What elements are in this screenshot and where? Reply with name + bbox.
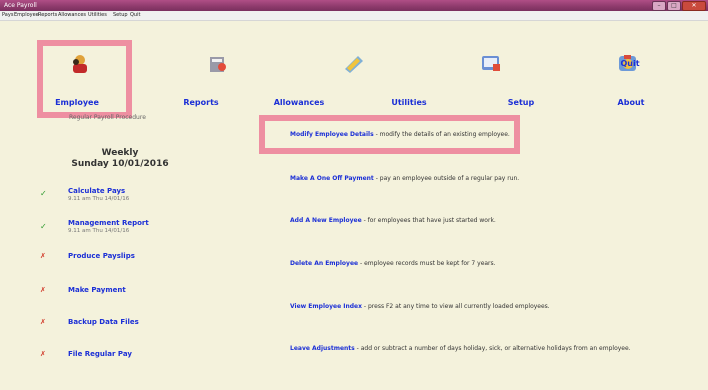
task-title: Delete An Employee [290, 260, 359, 267]
menu-employee[interactable]: Employee [14, 11, 39, 20]
step-label: Calculate Pays [68, 187, 126, 195]
reports-icon[interactable] [206, 54, 230, 74]
employee-highlight [37, 40, 132, 118]
step-status-icon: ✓ [40, 189, 47, 198]
step-status-icon: ✗ [40, 350, 46, 358]
step-status-icon: ✓ [40, 222, 47, 231]
step-status-icon: ✗ [40, 318, 46, 326]
procedure-title: Regular Payroll Procedure [69, 114, 146, 121]
menu-quit[interactable]: Quit [130, 11, 140, 20]
maximize-button[interactable]: □ [667, 1, 681, 11]
tab-about[interactable]: About [571, 98, 691, 107]
task-desc: - modify the details of an existing empl… [373, 131, 510, 138]
task-desc: - for employees that have just started w… [361, 217, 496, 224]
task-view-employee-index[interactable]: View Employee Index - press F2 at any ti… [290, 303, 550, 310]
step-backup-data-files[interactable]: Backup Data Files [68, 318, 139, 326]
pay-frequency: Weekly [101, 148, 139, 158]
utilities-icon[interactable] [479, 53, 503, 73]
task-title: Make A One Off Payment [290, 175, 374, 182]
task-delete-employee[interactable]: Delete An Employee - employee records mu… [290, 260, 496, 267]
menu-utilities[interactable]: Utilities [88, 11, 107, 20]
task-title: Add A New Employee [290, 217, 362, 224]
step-calculate-pays[interactable]: Calculate Pays 9.11 am Thu 14/01/16 [68, 187, 129, 202]
menu-pays[interactable]: Pays [2, 11, 13, 20]
task-title: Leave Adjustments [290, 345, 355, 352]
task-add-employee[interactable]: Add A New Employee - for employees that … [290, 217, 496, 224]
step-timestamp: 9.11 am Thu 14/01/16 [68, 196, 130, 202]
task-desc: - press F2 at any time to view all curre… [362, 303, 550, 310]
window-title: Ace Payroll [4, 2, 37, 9]
task-modify-employee[interactable]: Modify Employee Details - modify the det… [290, 131, 510, 138]
step-label: File Regular Pay [68, 350, 132, 358]
window-controls: – □ ✕ [652, 1, 706, 11]
task-desc: - employee records must be kept for 7 ye… [358, 260, 496, 267]
menu-reports[interactable]: Reports [38, 11, 57, 20]
task-title: View Employee Index [290, 303, 362, 310]
task-title: Modify Employee Details [290, 131, 374, 138]
pay-date: Sunday 10/01/2016 [71, 159, 169, 169]
title-bar: Ace Payroll – □ ✕ [0, 0, 708, 11]
step-label: Produce Payslips [68, 252, 135, 260]
step-status-icon: ✗ [40, 252, 46, 260]
step-timestamp: 9.11 am Thu 14/01/16 [68, 228, 130, 234]
step-make-payment[interactable]: Make Payment [68, 286, 126, 294]
step-management-report[interactable]: Management Report 9.11 am Thu 14/01/16 [68, 219, 149, 234]
tab-allowances[interactable]: Allowances [239, 98, 359, 107]
tab-utilities[interactable]: Utilities [349, 98, 469, 107]
task-desc: - pay an employee outside of a regular p… [373, 175, 520, 182]
close-button[interactable]: ✕ [682, 1, 706, 11]
quit-button[interactable]: Quit [600, 59, 660, 68]
menu-setup[interactable]: Setup [113, 11, 128, 20]
task-desc: - add or subtract a number of days holid… [354, 345, 631, 352]
task-one-off-payment[interactable]: Make A One Off Payment - pay an employee… [290, 175, 519, 182]
step-produce-payslips[interactable]: Produce Payslips [68, 252, 135, 260]
step-label: Management Report [68, 219, 149, 227]
allowances-icon[interactable] [342, 53, 366, 73]
step-file-regular-pay[interactable]: File Regular Pay [68, 350, 132, 358]
step-label: Backup Data Files [68, 318, 139, 326]
minimize-button[interactable]: – [652, 1, 666, 11]
task-leave-adjustments[interactable]: Leave Adjustments - add or subtract a nu… [290, 345, 631, 352]
menu-allowances[interactable]: Allowances [58, 11, 86, 20]
step-label: Make Payment [68, 286, 126, 294]
tab-setup[interactable]: Setup [461, 98, 581, 107]
step-status-icon: ✗ [40, 286, 46, 294]
